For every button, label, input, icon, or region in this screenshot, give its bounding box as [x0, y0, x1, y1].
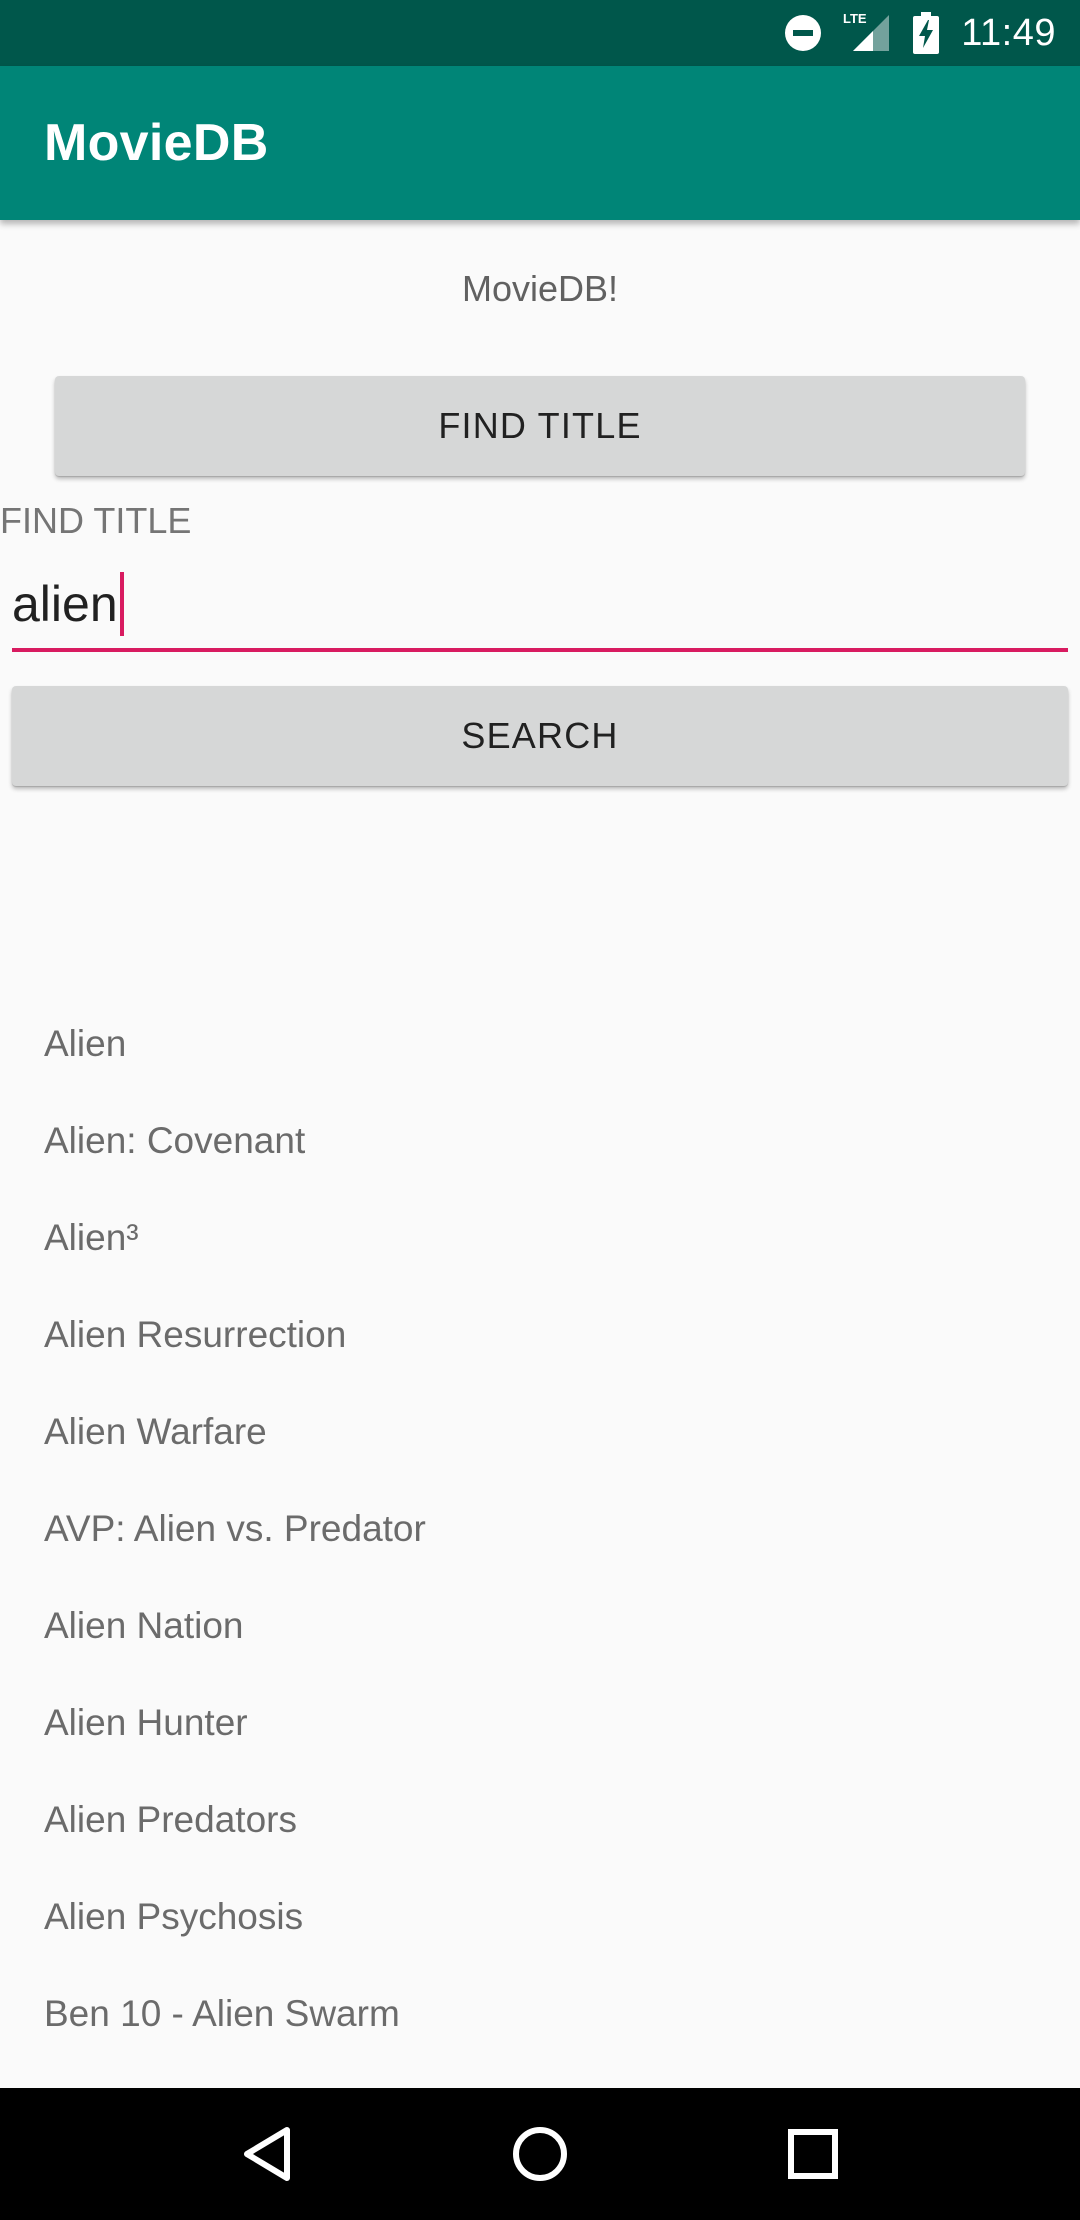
- find-title-button[interactable]: FIND TITLE: [55, 376, 1025, 476]
- lte-signal-icon: LTE: [843, 11, 893, 55]
- recents-icon[interactable]: [773, 2114, 853, 2194]
- search-button[interactable]: SEARCH: [12, 686, 1068, 786]
- status-bar: LTE 11:49: [0, 0, 1080, 66]
- list-item[interactable]: Alien: Covenant: [0, 1092, 1080, 1189]
- back-icon[interactable]: [227, 2114, 307, 2194]
- list-item[interactable]: Alien Resurrection: [0, 1286, 1080, 1383]
- list-item[interactable]: Ben 10 - Alien Swarm: [0, 1965, 1080, 2062]
- navigation-bar: [0, 2088, 1080, 2220]
- app-bar: MovieDB: [0, 66, 1080, 220]
- list-item[interactable]: Alien³: [0, 1189, 1080, 1286]
- list-item[interactable]: Alien Psychosis: [0, 1868, 1080, 1965]
- results-list: Alien Alien: Covenant Alien³ Alien Resur…: [0, 995, 1080, 2062]
- search-input-value: alien: [12, 576, 118, 632]
- list-item[interactable]: Alien Warfare: [0, 1383, 1080, 1480]
- status-time: 11:49: [961, 11, 1056, 54]
- text-cursor: [119, 572, 124, 636]
- search-input[interactable]: alien: [12, 560, 1068, 652]
- battery-charging-icon: [913, 12, 940, 54]
- list-item[interactable]: AVP: Alien vs. Predator: [0, 1480, 1080, 1577]
- app-title: MovieDB: [44, 114, 269, 172]
- list-item[interactable]: Alien: [0, 995, 1080, 1092]
- welcome-text: MovieDB!: [461, 268, 619, 309]
- network-type-label: LTE: [843, 11, 867, 26]
- list-item[interactable]: Alien Hunter: [0, 1674, 1080, 1771]
- find-title-label: FIND TITLE: [0, 500, 192, 541]
- list-item[interactable]: Alien Nation: [0, 1577, 1080, 1674]
- home-icon[interactable]: [500, 2114, 580, 2194]
- do-not-disturb-icon: [783, 13, 823, 53]
- list-item[interactable]: Alien Predators: [0, 1771, 1080, 1868]
